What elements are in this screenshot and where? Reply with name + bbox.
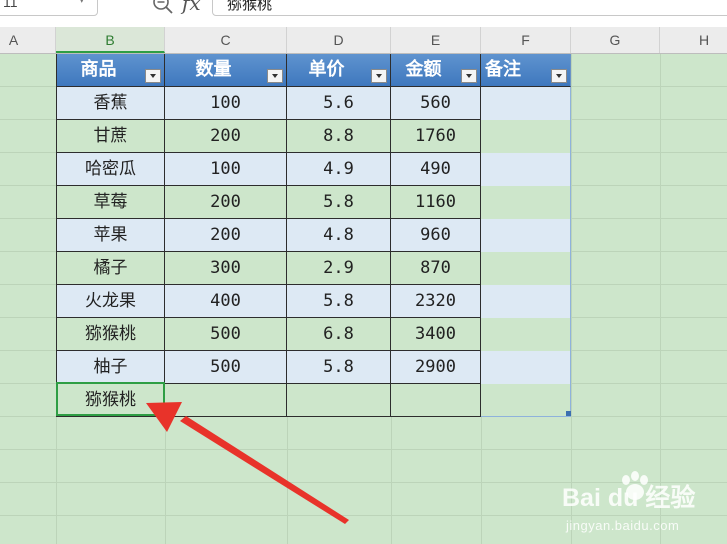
arrow-shaft: [180, 416, 349, 524]
watermark-url: jingyan.baidu.com: [566, 518, 680, 533]
watermark-logo-text: Bai du 经验: [562, 484, 696, 512]
annotation-arrow: [146, 402, 349, 524]
watermark: Bai du 经验 jingyan.baidu.com: [556, 468, 727, 544]
arrow-head: [146, 402, 182, 432]
